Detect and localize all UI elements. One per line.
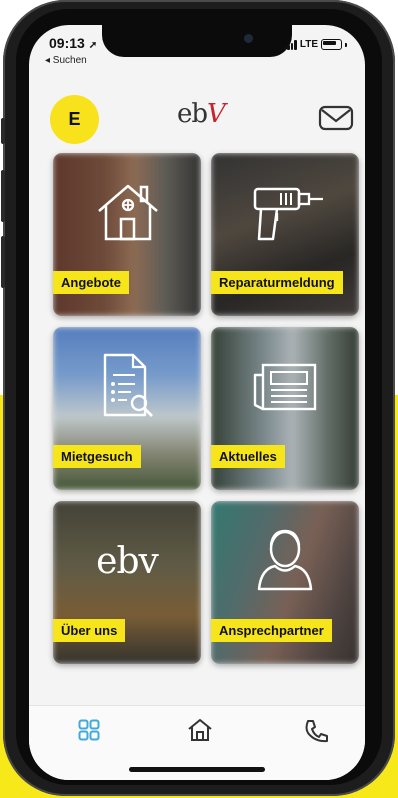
newspaper-icon: [253, 363, 317, 411]
tile-label: Über uns: [53, 619, 126, 642]
mute-switch: [1, 118, 5, 144]
tile-label: Aktuelles: [211, 445, 285, 468]
tile-reparaturmeldung[interactable]: Reparaturmeldung: [211, 153, 359, 316]
tile-label: Mietgesuch: [53, 445, 141, 468]
home-indicator: [129, 767, 265, 772]
grid-icon[interactable]: [78, 719, 100, 741]
status-indicators: LTE: [283, 39, 347, 50]
profile-avatar-button[interactable]: E: [50, 95, 99, 144]
tile-angebote[interactable]: Angebote: [53, 153, 201, 316]
status-time: 09:13 ➚: [49, 35, 98, 51]
ebv-logo: ebV: [177, 99, 226, 129]
battery-icon: [321, 39, 342, 50]
tile-aktuelles[interactable]: Aktuelles: [211, 327, 359, 490]
tile-label: Reparaturmeldung: [211, 271, 343, 294]
back-to-search-link[interactable]: ◂ Suchen: [45, 55, 87, 66]
ebv-logo-white: ebv: [96, 541, 159, 582]
signal-icon: [283, 39, 297, 50]
person-icon: [257, 529, 313, 591]
logo-accent: V: [207, 99, 226, 129]
front-camera: [244, 34, 253, 43]
tile-ueber-uns[interactable]: ebv Über uns: [53, 501, 201, 664]
avatar-letter: E: [68, 109, 81, 129]
volume-down-button: [1, 236, 5, 288]
phone-icon[interactable]: [303, 718, 329, 744]
drill-icon: [253, 187, 323, 241]
battery-tip: [345, 42, 347, 47]
house-icon: [98, 184, 158, 241]
home-icon[interactable]: [187, 717, 213, 743]
network-label: LTE: [299, 39, 318, 50]
tile-mietgesuch[interactable]: Mietgesuch: [53, 327, 201, 490]
tile-label: Angebote: [53, 271, 129, 294]
notch: [102, 25, 292, 57]
mail-icon[interactable]: [318, 105, 354, 131]
logo-main: eb: [177, 99, 208, 129]
volume-up-button: [1, 170, 5, 222]
tile-ansprechpartner[interactable]: Ansprechpartner: [211, 501, 359, 664]
app-screen: 09:13 ➚ ◂ Suchen LTE E ebV Angebote Repa…: [29, 25, 365, 780]
tile-label: Ansprechpartner: [211, 619, 332, 642]
document-search-icon: [103, 353, 153, 417]
